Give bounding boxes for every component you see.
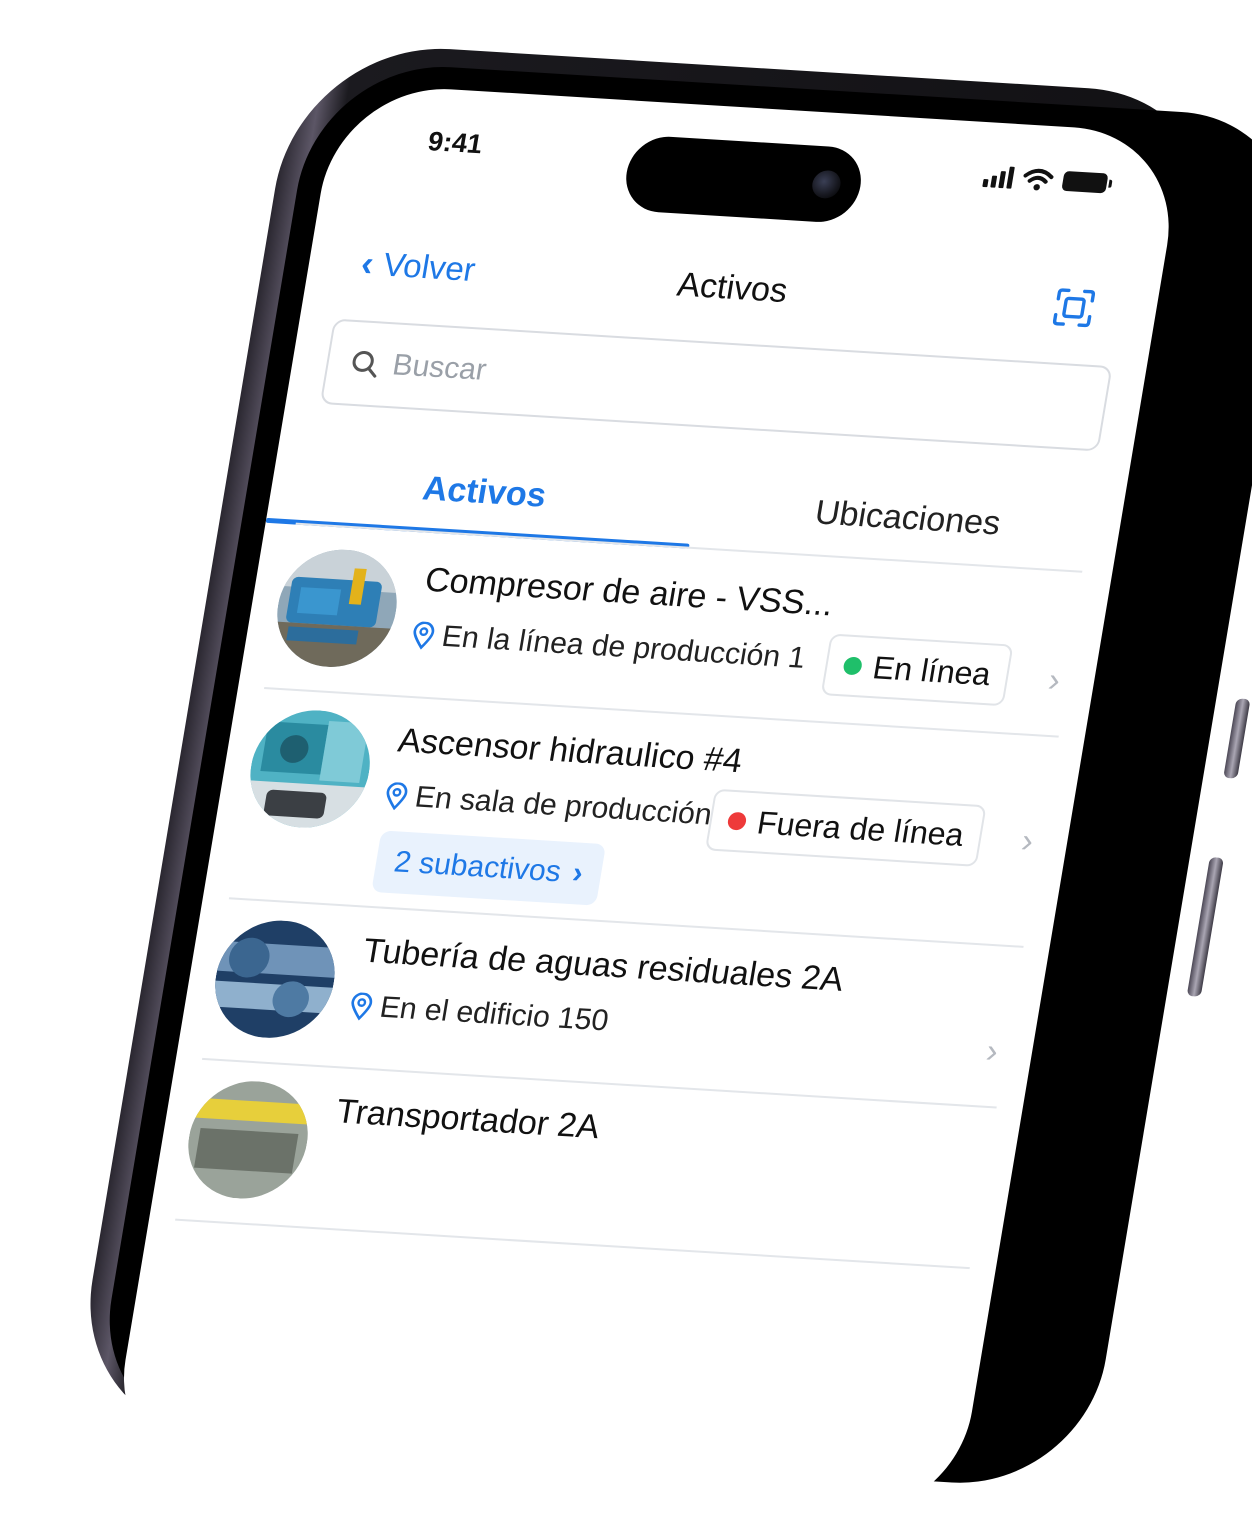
camera-icon xyxy=(810,169,843,200)
status-indicators xyxy=(982,164,1109,195)
status-badge: Fuera de línea xyxy=(704,788,987,867)
chevron-right-icon: › xyxy=(983,1031,1002,1071)
phone-mockup: 9:41 ‹ Volver Activos Buscar Activos Ubi… xyxy=(67,40,1252,1523)
asset-thumbnail xyxy=(206,917,344,1042)
location-pin-icon xyxy=(351,992,373,1021)
status-text: En línea xyxy=(870,648,994,692)
offline-dot-icon xyxy=(726,811,748,831)
battery-icon xyxy=(1061,170,1109,194)
scan-icon[interactable] xyxy=(1051,287,1098,329)
asset-thumbnail xyxy=(268,546,406,671)
asset-list: Compresor de aire - VSS... En la línea d… xyxy=(149,527,1111,1271)
asset-thumbnail xyxy=(241,706,379,832)
tab-ubicaciones[interactable]: Ubicaciones xyxy=(689,465,1125,570)
search-icon xyxy=(352,351,377,378)
location-pin-icon xyxy=(413,621,435,650)
chevron-right-icon: › xyxy=(1018,821,1037,861)
subassets-label: 2 subactivos xyxy=(391,845,564,889)
location-pin-icon xyxy=(386,782,408,811)
dynamic-island xyxy=(620,134,867,225)
power-button xyxy=(1186,857,1224,997)
online-dot-icon xyxy=(841,656,863,676)
cellular-signal-icon xyxy=(982,165,1015,189)
asset-location-text: En la línea de producción 1 xyxy=(439,619,808,675)
asset-location: En sala de producción xyxy=(382,779,714,833)
status-time: 9:41 xyxy=(425,126,485,160)
chevron-right-icon: › xyxy=(570,856,586,890)
subassets-button[interactable]: 2 subactivos › xyxy=(371,830,606,906)
page-title: Activos xyxy=(674,265,791,311)
status-text: Fuera de línea xyxy=(754,804,967,853)
asset-location-text: En el edificio 150 xyxy=(377,990,611,1038)
asset-location: En la línea de producción 1 xyxy=(409,618,808,676)
asset-name: Transportador 2A xyxy=(333,1092,603,1147)
asset-name: Compresor de aire - VSS... xyxy=(422,560,837,624)
chevron-right-icon: › xyxy=(1045,661,1064,700)
asset-location: En el edificio 150 xyxy=(347,989,611,1038)
wifi-icon xyxy=(1023,168,1054,191)
asset-location-text: En sala de producción xyxy=(412,780,715,832)
tab-activos[interactable]: Activos xyxy=(266,439,702,544)
asset-thumbnail xyxy=(179,1077,317,1202)
status-badge: En línea xyxy=(820,633,1014,707)
search-bar[interactable] xyxy=(319,318,1113,452)
search-input[interactable] xyxy=(387,347,997,420)
asset-name: Ascensor hidraulico #4 xyxy=(395,721,746,781)
volume-button xyxy=(1223,698,1251,779)
asset-name: Tubería de aguas residuales 2A xyxy=(360,931,847,999)
